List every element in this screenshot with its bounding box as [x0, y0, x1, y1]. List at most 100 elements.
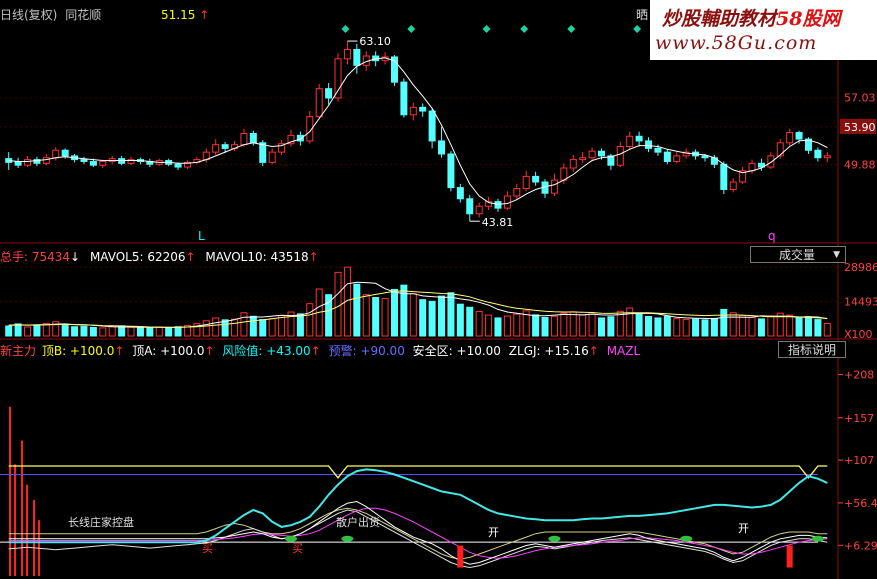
candle-body: [635, 135, 643, 142]
volume-bar: [814, 319, 822, 337]
candle-body: [823, 155, 831, 159]
candle-body: [24, 159, 32, 166]
volume-bar: [400, 284, 408, 337]
candle-body: [645, 140, 653, 149]
ind-name: 新主力: [0, 344, 37, 358]
candle-body: [240, 132, 248, 146]
ind-risk: 风险值: +43.00↑: [222, 344, 320, 358]
chevron-down-icon: ▼: [833, 250, 840, 260]
watermark: 炒股輔助教材58股网 www.58Gu.com: [650, 0, 877, 60]
signal-diamond-icon: [482, 25, 491, 33]
volume-bar: [202, 320, 210, 337]
price-axis-label: 49.88: [844, 158, 876, 171]
volume-bar: [334, 271, 342, 337]
ind-risk-label: 风险值: +43.00: [222, 344, 311, 358]
indicator-axis-label: +208: [844, 369, 874, 382]
ind-dingB: 顶B: +100.0↑: [42, 344, 125, 358]
volume-bar: [155, 326, 163, 337]
signal-blob: [341, 535, 354, 542]
candle-body: [400, 81, 408, 116]
volume-bar: [550, 315, 558, 337]
volume-bar: [804, 316, 812, 337]
volume-bar: [259, 319, 267, 337]
volume-bar: [635, 313, 643, 337]
candle-body: [720, 163, 728, 190]
volume-indicator-select[interactable]: 成交量 ▼: [750, 246, 846, 263]
volume-bar: [607, 316, 615, 337]
candle-body: [325, 88, 333, 99]
vol-ma5: MAVOL5: 62206↑: [90, 250, 196, 264]
ind-dingB-arrow: ↑: [114, 344, 125, 358]
candle-body: [532, 175, 540, 183]
signal-blob: [680, 535, 693, 542]
vol-ma10: MAVOL10: 43518↑: [205, 250, 318, 264]
volume-bar: [513, 313, 521, 337]
ind-zlgj: ZLGJ: +15.16↑: [509, 344, 599, 358]
volume-bar: [494, 317, 502, 337]
volume-bar: [569, 311, 577, 337]
volume-bar: [353, 283, 361, 337]
price-arrow: ↑: [199, 8, 210, 22]
indicator-help-button[interactable]: 指标说明: [778, 341, 846, 358]
volume-bar: [456, 303, 464, 337]
volume-bar: [447, 292, 455, 337]
watermark-line2: www.58Gu.com: [655, 32, 818, 54]
candle-body: [334, 58, 342, 99]
volume-bar: [701, 319, 709, 337]
watermark-text-a: 炒股輔助教材: [662, 8, 777, 30]
volume-bar: [541, 316, 549, 337]
vol-ma10-label: MAVOL10: 43518: [205, 250, 309, 264]
volume-bar: [296, 313, 304, 337]
volume-bar: [249, 315, 257, 337]
buy-signal-2: 买: [292, 542, 303, 555]
indicator-axis-label: +6.29: [844, 539, 877, 552]
candle-body: [221, 144, 229, 149]
candle-body: [80, 159, 88, 162]
signal-blob: [811, 535, 824, 542]
volume-bar: [381, 297, 389, 337]
volume-bar: [372, 297, 380, 337]
price-axis-label: 53.90: [844, 121, 876, 134]
ind-zlgj-arrow: ↑: [588, 344, 599, 358]
candle-body: [616, 146, 624, 166]
volume-bar: [24, 326, 32, 337]
volume-bar: [89, 326, 97, 337]
volume-bar: [626, 307, 634, 337]
volume-bar: [127, 326, 135, 337]
volume-bar: [419, 299, 427, 337]
candle-body: [569, 159, 577, 169]
volume-bar: [692, 318, 700, 337]
signal-diamond-icon: [341, 25, 350, 33]
volume-bar: [729, 312, 737, 337]
ind-zlgj-label: ZLGJ: +15.16: [508, 344, 589, 358]
indicator-header: 新主力 顶B: +100.0↑ 顶A: +100.0↑ 风险值: +43.00↑…: [0, 342, 640, 359]
ind-safe: 安全区: +10.00: [412, 344, 501, 358]
volume-bar: [767, 315, 775, 337]
signal-diamond-icon: [407, 25, 416, 33]
risk-line: [8, 468, 828, 544]
volume-bar: [579, 314, 587, 337]
ind-warning: 预警: +90.00: [328, 344, 405, 358]
volume-bar: [560, 312, 568, 337]
candle-body: [729, 181, 737, 190]
watermark-line1: 炒股輔助教材58股网: [662, 4, 840, 31]
volume-bar: [174, 326, 182, 337]
candle-body: [663, 151, 671, 162]
candle-body: [776, 142, 784, 157]
flat-signal-2: 开: [738, 522, 749, 535]
candle-body: [513, 188, 521, 197]
buy-signal-1: 买: [202, 542, 213, 555]
volume-bar: [748, 316, 756, 337]
flat-signal-1: 开: [488, 526, 499, 539]
ind-dingA-label: 顶A: +100.0: [132, 344, 205, 358]
volume-bar: [306, 303, 314, 337]
volume-bar: [720, 308, 728, 337]
volume-bar: [362, 294, 370, 337]
volume-bar: [409, 293, 417, 337]
indicator-axis-label: +56.4: [844, 497, 877, 510]
ind-dingA-arrow: ↑: [204, 344, 215, 358]
volume-bar: [136, 327, 144, 337]
candle-body: [61, 149, 69, 157]
volume-bar: [795, 317, 803, 337]
signal-diamond-icon: [567, 25, 576, 33]
